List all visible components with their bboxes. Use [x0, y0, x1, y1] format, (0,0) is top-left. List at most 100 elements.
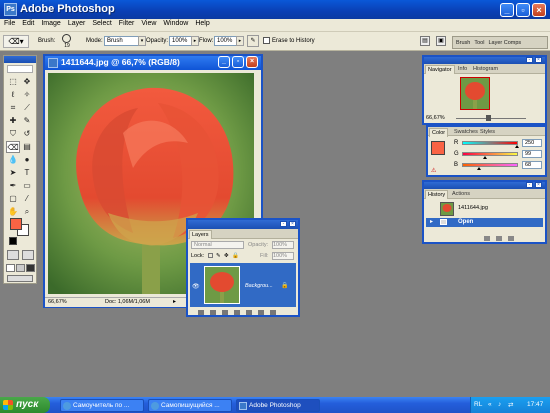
color-channel-value[interactable]: 250 — [522, 139, 542, 147]
color-slider-handle[interactable] — [514, 145, 519, 148]
erase-to-history-checkbox[interactable] — [263, 37, 270, 44]
taskbar-button-samouchitel[interactable]: Самоучитель по ... — [60, 399, 144, 412]
tab-color[interactable]: Color — [429, 128, 449, 137]
color-fg-swatch[interactable] — [431, 141, 445, 155]
palette-tab-layer-comps[interactable]: Layer Comps — [485, 37, 522, 46]
menu-window[interactable]: Window — [159, 19, 191, 27]
new-layer-icon[interactable] — [258, 310, 264, 315]
hand-tool-icon[interactable]: ✋ — [6, 206, 20, 218]
language-indicator[interactable]: RL — [474, 401, 482, 408]
layers-minimize-icon[interactable]: - — [280, 221, 287, 227]
doc-close-button[interactable]: × — [246, 56, 258, 68]
color-slider-handle[interactable] — [483, 156, 488, 159]
layer-mask-icon[interactable] — [222, 310, 228, 315]
layer-visibility-eye-icon[interactable]: 👁 — [192, 283, 200, 290]
mode-select[interactable]: Brush — [104, 36, 140, 46]
blend-mode-select[interactable]: Normal — [191, 241, 244, 249]
dodge-tool-icon[interactable]: ● — [20, 154, 34, 166]
move-tool-icon[interactable]: ✥ — [20, 76, 34, 88]
menu-layer[interactable]: Layer — [64, 19, 89, 27]
tray-arrow-icon[interactable]: « — [488, 401, 492, 408]
color-slider-handle[interactable] — [476, 167, 481, 170]
layer-background-row[interactable]: 👁 Backgrou... 🔒 — [190, 263, 296, 307]
taskbar-button-samopishushiy[interactable]: Самопишущийся ... — [148, 399, 232, 412]
layer-group-icon[interactable] — [246, 310, 252, 315]
opacity-input[interactable]: 100% — [169, 36, 192, 46]
gradient-tool-icon[interactable]: ▤ — [20, 141, 34, 153]
palette-tab-brush[interactable]: Brush — [453, 37, 471, 46]
tab-history[interactable]: History — [425, 190, 449, 199]
layer-opacity-input[interactable]: 100% — [272, 241, 294, 249]
crop-tool-icon[interactable]: ⌗ — [6, 102, 20, 114]
adjustment-layer-icon[interactable] — [234, 310, 240, 315]
menu-select[interactable]: Select — [88, 19, 114, 27]
adobe-online-icon[interactable] — [7, 65, 33, 73]
tab-swatches[interactable]: Swatches — [452, 128, 480, 137]
tab-navigator[interactable]: Navigator — [425, 65, 455, 74]
color-channel-value[interactable]: 99 — [522, 150, 542, 158]
menu-image[interactable]: Image — [37, 19, 63, 27]
tab-histogram[interactable]: Histogram — [471, 65, 500, 74]
delete-layer-icon[interactable] — [270, 310, 276, 315]
history-brush-tool-icon[interactable]: ↺ — [20, 128, 34, 140]
tab-actions[interactable]: Actions — [450, 190, 472, 199]
color-channel-slider[interactable] — [462, 152, 518, 156]
lock-pixels-icon[interactable]: ✎ — [216, 253, 221, 259]
menu-view[interactable]: View — [137, 19, 159, 27]
eraser-preset-icon[interactable]: ⌫▾ — [3, 35, 29, 48]
path-selection-tool-icon[interactable]: ➤ — [6, 167, 20, 179]
close-button[interactable]: × — [532, 3, 546, 17]
palette-tab-tool[interactable]: Tool — [471, 37, 485, 46]
jump-to-imageready-icon[interactable] — [7, 275, 33, 282]
menu-edit[interactable]: Edit — [18, 19, 37, 27]
history-state-open[interactable]: ▸ Open — [426, 218, 543, 227]
history-snapshot[interactable]: 1411644.jpg — [426, 201, 543, 217]
document-zoom[interactable]: 66,67% — [48, 299, 67, 305]
taskbar-button-photoshop[interactable]: Adobe Photoshop — [236, 399, 320, 412]
navigator-close-icon[interactable]: × — [535, 57, 542, 63]
eyedropper-tool-icon[interactable]: ⁄ — [20, 193, 34, 205]
doc-minimize-button[interactable]: _ — [218, 56, 230, 68]
minimize-button[interactable]: _ — [500, 3, 514, 17]
network-icon[interactable]: ⇄ — [508, 401, 513, 409]
volume-icon[interactable]: ♪ — [498, 401, 501, 408]
new-snapshot-icon[interactable] — [496, 236, 502, 241]
history-minimize-icon[interactable]: - — [526, 182, 533, 188]
layers-close-icon[interactable]: × — [289, 221, 296, 227]
default-colors-icon[interactable] — [9, 237, 17, 245]
opacity-arrow-icon[interactable]: ▸ — [191, 36, 199, 46]
start-button[interactable]: пуск — [0, 397, 50, 413]
healing-brush-tool-icon[interactable]: ✚ — [6, 115, 20, 127]
color-channel-slider[interactable] — [462, 141, 518, 145]
menu-file[interactable]: File — [0, 19, 18, 27]
lock-position-icon[interactable]: ✥ — [224, 253, 229, 259]
screen-mode-full-menu-icon[interactable] — [16, 264, 25, 272]
lock-all-icon[interactable]: 🔒 — [232, 253, 239, 259]
eraser-tool-icon[interactable]: ⌫ — [6, 141, 20, 153]
doc-info-arrow-icon[interactable]: ▸ — [173, 298, 176, 305]
color-channel-slider[interactable] — [462, 163, 518, 167]
notes-tool-icon[interactable]: ▢ — [6, 193, 20, 205]
lock-transparency-icon[interactable] — [208, 253, 213, 258]
layer-style-icon[interactable] — [210, 310, 216, 315]
pen-tool-icon[interactable]: ✒ — [6, 180, 20, 192]
magic-wand-tool-icon[interactable]: ✧ — [20, 89, 34, 101]
navigator-slider-handle[interactable] — [486, 115, 491, 121]
menu-help[interactable]: Help — [191, 19, 212, 27]
screen-mode-standard-icon[interactable] — [6, 264, 15, 272]
tab-info[interactable]: Info — [456, 65, 469, 74]
doc-maximize-button[interactable]: ▫ — [232, 56, 244, 68]
new-document-icon[interactable] — [484, 236, 490, 241]
clone-stamp-tool-icon[interactable]: ⛉ — [6, 128, 20, 140]
image-ready-icon[interactable]: ▣ — [436, 36, 446, 46]
tab-styles[interactable]: Styles — [478, 128, 497, 137]
layer-link-icon[interactable] — [198, 310, 204, 315]
navigator-zoom[interactable]: 66,67% — [426, 115, 445, 121]
standard-mode-icon[interactable] — [7, 250, 19, 260]
flow-input[interactable]: 100% — [214, 36, 237, 46]
lasso-tool-icon[interactable]: ℓ — [6, 89, 20, 101]
navigator-thumbnail[interactable] — [460, 77, 490, 110]
history-delete-icon[interactable] — [508, 236, 514, 241]
navigator-minimize-icon[interactable]: - — [526, 57, 533, 63]
flow-arrow-icon[interactable]: ▸ — [236, 36, 244, 46]
